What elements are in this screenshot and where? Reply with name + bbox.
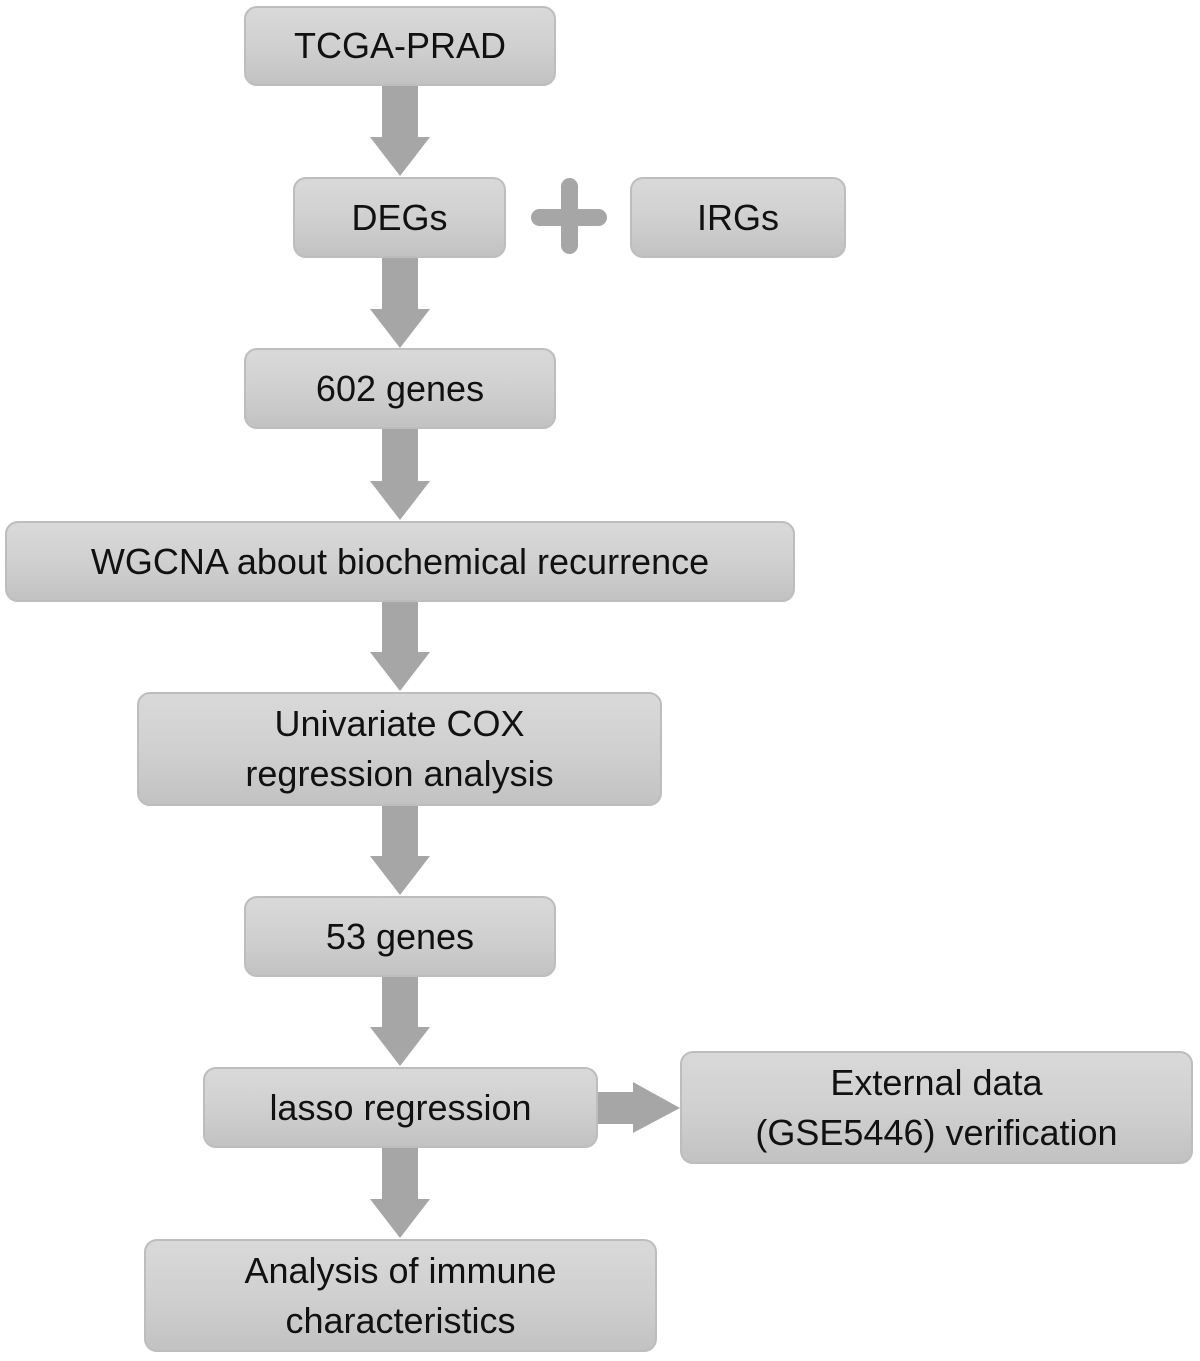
- node-irgs: IRGs: [630, 177, 846, 258]
- node-label-line-2: characteristics: [285, 1299, 516, 1341]
- node-label: IRGs: [696, 196, 779, 238]
- arrow-univariate-to-53-genes: [370, 806, 430, 895]
- node-602-genes: 602 genes: [244, 348, 556, 429]
- node-degs: DEGs: [293, 177, 506, 258]
- node-label-line-2: (GSE5446) verification: [755, 1111, 1118, 1153]
- arrow-tcga-to-degs: [370, 86, 430, 176]
- arrow-lasso-to-immune: [370, 1148, 430, 1238]
- node-label: 602 genes: [315, 367, 485, 409]
- node-tcga-prad: TCGA-PRAD: [244, 6, 556, 86]
- node-label: WGCNA about biochemical recurrence: [90, 540, 710, 582]
- arrow-602-genes-to-wgcna: [370, 429, 430, 520]
- node-lasso-regression: lasso regression: [203, 1067, 598, 1148]
- arrow-lasso-to-external: [598, 1082, 680, 1133]
- arrow-wgcna-to-univariate: [370, 602, 430, 691]
- node-wgcna: WGCNA about biochemical recurrence: [5, 521, 795, 602]
- node-immune-analysis: Analysis of immune characteristics: [144, 1239, 657, 1352]
- plus-icon: [531, 178, 607, 254]
- node-external-data: External data (GSE5446) verification: [680, 1051, 1193, 1164]
- node-label: TCGA-PRAD: [293, 25, 506, 66]
- arrow-degs-to-602-genes: [370, 258, 430, 348]
- node-label-line-1: Univariate COX: [274, 703, 525, 744]
- node-53-genes: 53 genes: [244, 896, 556, 977]
- node-label-line-2: regression analysis: [245, 753, 554, 794]
- node-label: DEGs: [351, 196, 448, 238]
- arrow-53-genes-to-lasso: [370, 977, 430, 1066]
- node-label: 53 genes: [325, 915, 475, 957]
- node-label-line-1: Analysis of immune: [244, 1249, 557, 1291]
- node-label: lasso regression: [269, 1086, 532, 1128]
- node-label-line-1: External data: [830, 1061, 1043, 1103]
- node-univariate-cox: Univariate COX regression analysis: [137, 692, 662, 806]
